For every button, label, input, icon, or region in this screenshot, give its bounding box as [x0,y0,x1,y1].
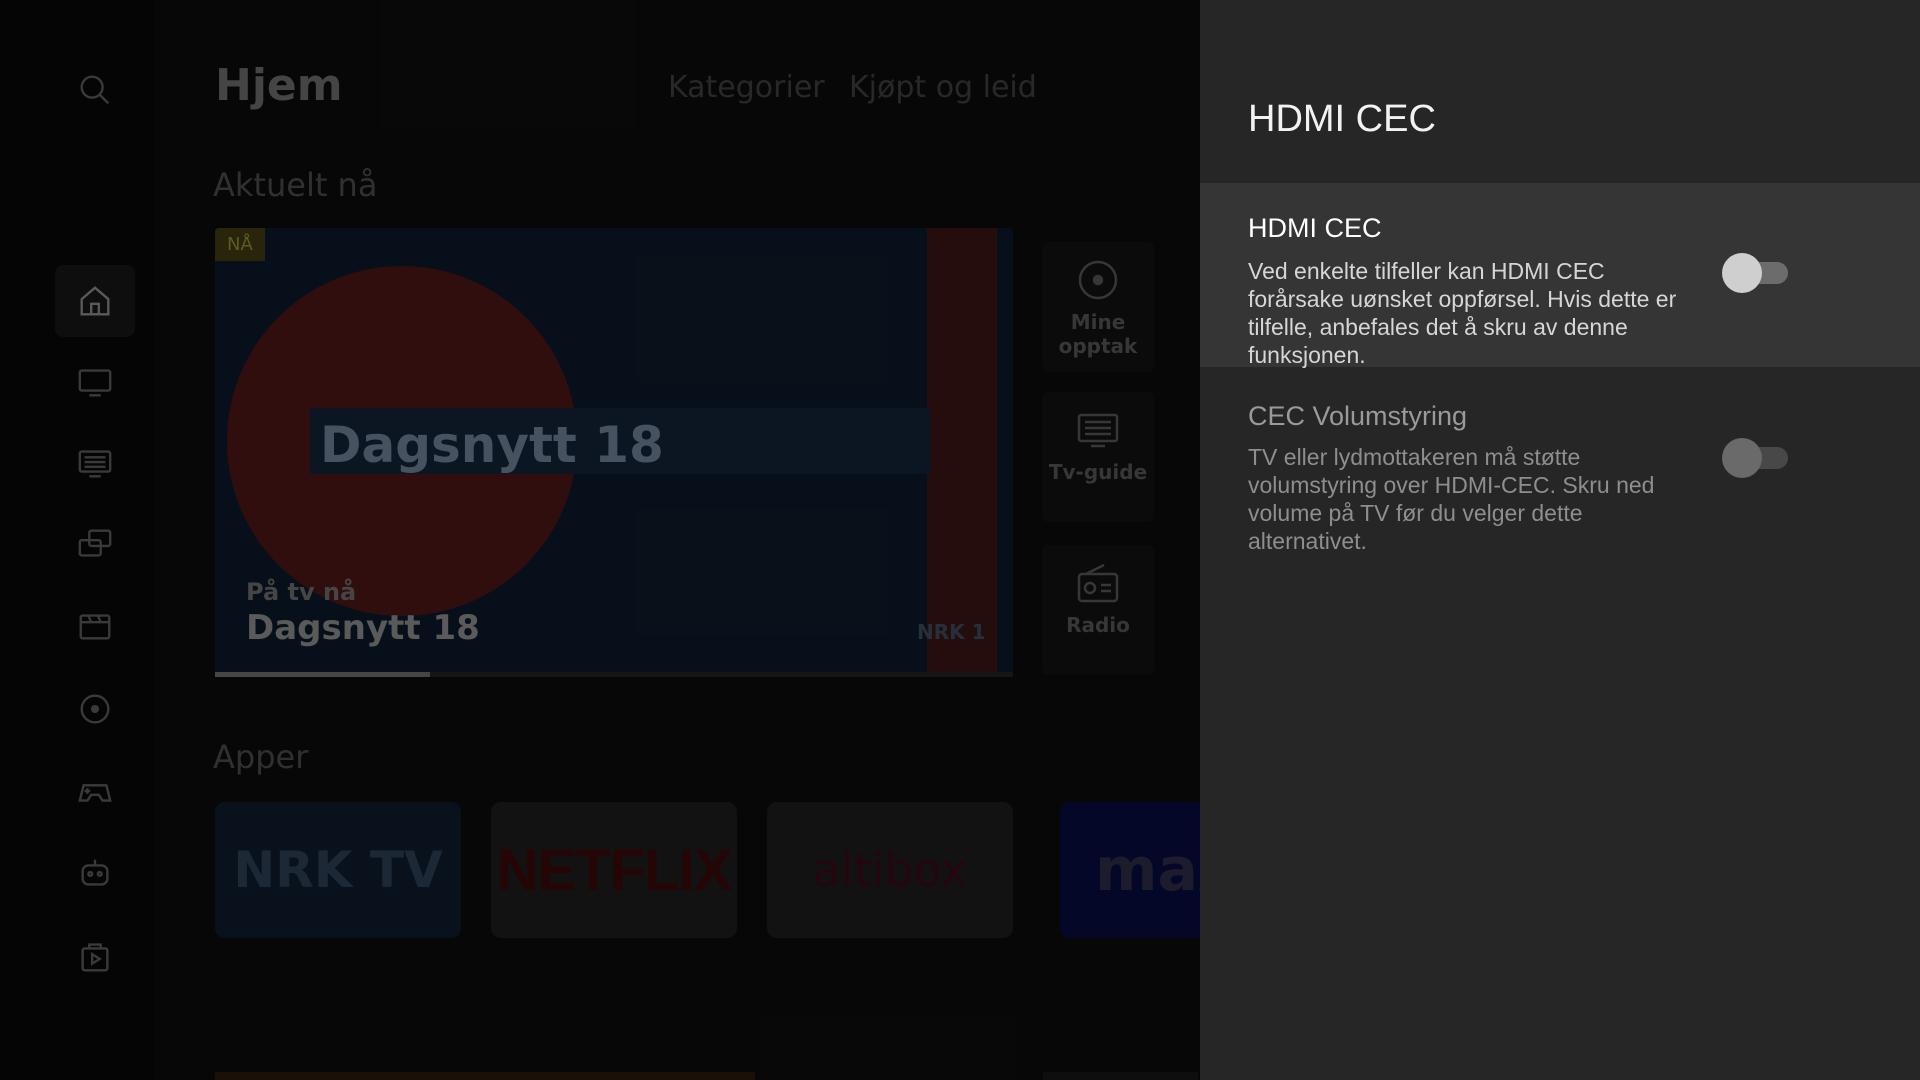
shortcut-label: Mine opptak [1058,310,1138,358]
section-heading-apper: Apper [213,738,309,776]
rail-home[interactable] [55,265,135,337]
app-tile-netflix[interactable]: NETFLIX [491,802,737,938]
tv-guide-icon [1077,413,1119,448]
page-title: Hjem [215,60,343,111]
rail-kids[interactable] [55,837,135,909]
app-tile-nrk-tv[interactable]: NRK TV [215,802,461,938]
now-playing-progress-fill [215,672,431,677]
panel-title: HDMI CEC [1248,98,1436,140]
app-tile-altibox[interactable]: altibox [767,802,1013,938]
program-graphic-stripe [927,228,997,674]
shortcut-tv-guide[interactable]: Tv-guide [1042,392,1154,522]
movie-icon [79,614,111,640]
tv-guide-icon [78,450,112,478]
setting-label: CEC Volumstyring [1248,401,1468,431]
section-heading-aktuelt: Aktuelt nå [213,166,378,204]
tv-icon [78,369,112,397]
app-logo-netflix: NETFLIX [496,837,733,903]
play-store-icon [81,943,109,972]
next-row-peek [215,1072,755,1080]
rail-recordings[interactable] [55,673,135,745]
shortcut-label: Tv-guide [1048,460,1148,484]
screens-icon [78,529,112,557]
setting-description: Ved enkelte tilfeller kan HDMI CEC forår… [1248,258,1677,368]
setting-row-cec-volumstyring[interactable]: CEC Volumstyring TV eller lydmottakeren … [1200,367,1920,554]
tab-kategorier[interactable]: Kategorier [668,70,825,105]
shortcut-label: Radio [1066,613,1130,637]
toggle-knob [1722,438,1762,478]
setting-description: TV eller lydmottakeren må støtte volumst… [1248,444,1655,554]
program-logo-text: Dagsnytt 18 [320,416,664,474]
hdmi-cec-toggle[interactable] [1722,253,1788,293]
toggle-knob [1722,253,1762,293]
rail-play-store[interactable] [55,920,135,992]
rail-tv[interactable] [55,346,135,418]
live-badge: NÅ [215,228,265,261]
now-playing-caption: På tv nå [246,578,357,606]
recording-icon [1078,260,1118,300]
app-logo-altibox: altibox [812,843,968,897]
radio-icon [1077,563,1119,603]
rail-tv-guide[interactable] [55,427,135,499]
cec-volumstyring-toggle[interactable] [1722,438,1788,478]
shortcut-mine-opptak[interactable]: Mine opptak [1042,242,1154,372]
gamepad-icon [78,784,112,802]
app-logo-nrk-tv: NRK TV [233,841,443,899]
settings-panel: HDMI CEC HDMI CEC Ved enkelte tilfeller … [1200,0,1920,1080]
home-icon [80,286,110,316]
now-playing-progress [215,672,1013,677]
rail-games[interactable] [55,755,135,827]
now-playing-title: Dagsnytt 18 [246,608,480,648]
side-rail [0,0,155,1080]
channel-logo: NRK 1 [917,620,986,644]
setting-row-hdmi-cec[interactable]: HDMI CEC Ved enkelte tilfeller kan HDMI … [1200,183,1920,368]
rail-movies[interactable] [55,590,135,662]
rail-search[interactable] [55,54,135,126]
rail-screens[interactable] [55,508,135,580]
recording-icon [80,694,110,724]
next-row-peek [1043,1072,1198,1080]
now-playing-card[interactable]: Dagsnytt 18 NÅ På tv nå Dagsnytt 18 NRK … [215,228,1013,674]
shortcut-radio[interactable]: Radio [1042,545,1154,675]
kids-icon [81,859,109,886]
setting-label: HDMI CEC [1248,213,1382,243]
tab-kjopt-og-leid[interactable]: Kjøpt og leid [849,70,1037,105]
search-icon [80,75,110,105]
